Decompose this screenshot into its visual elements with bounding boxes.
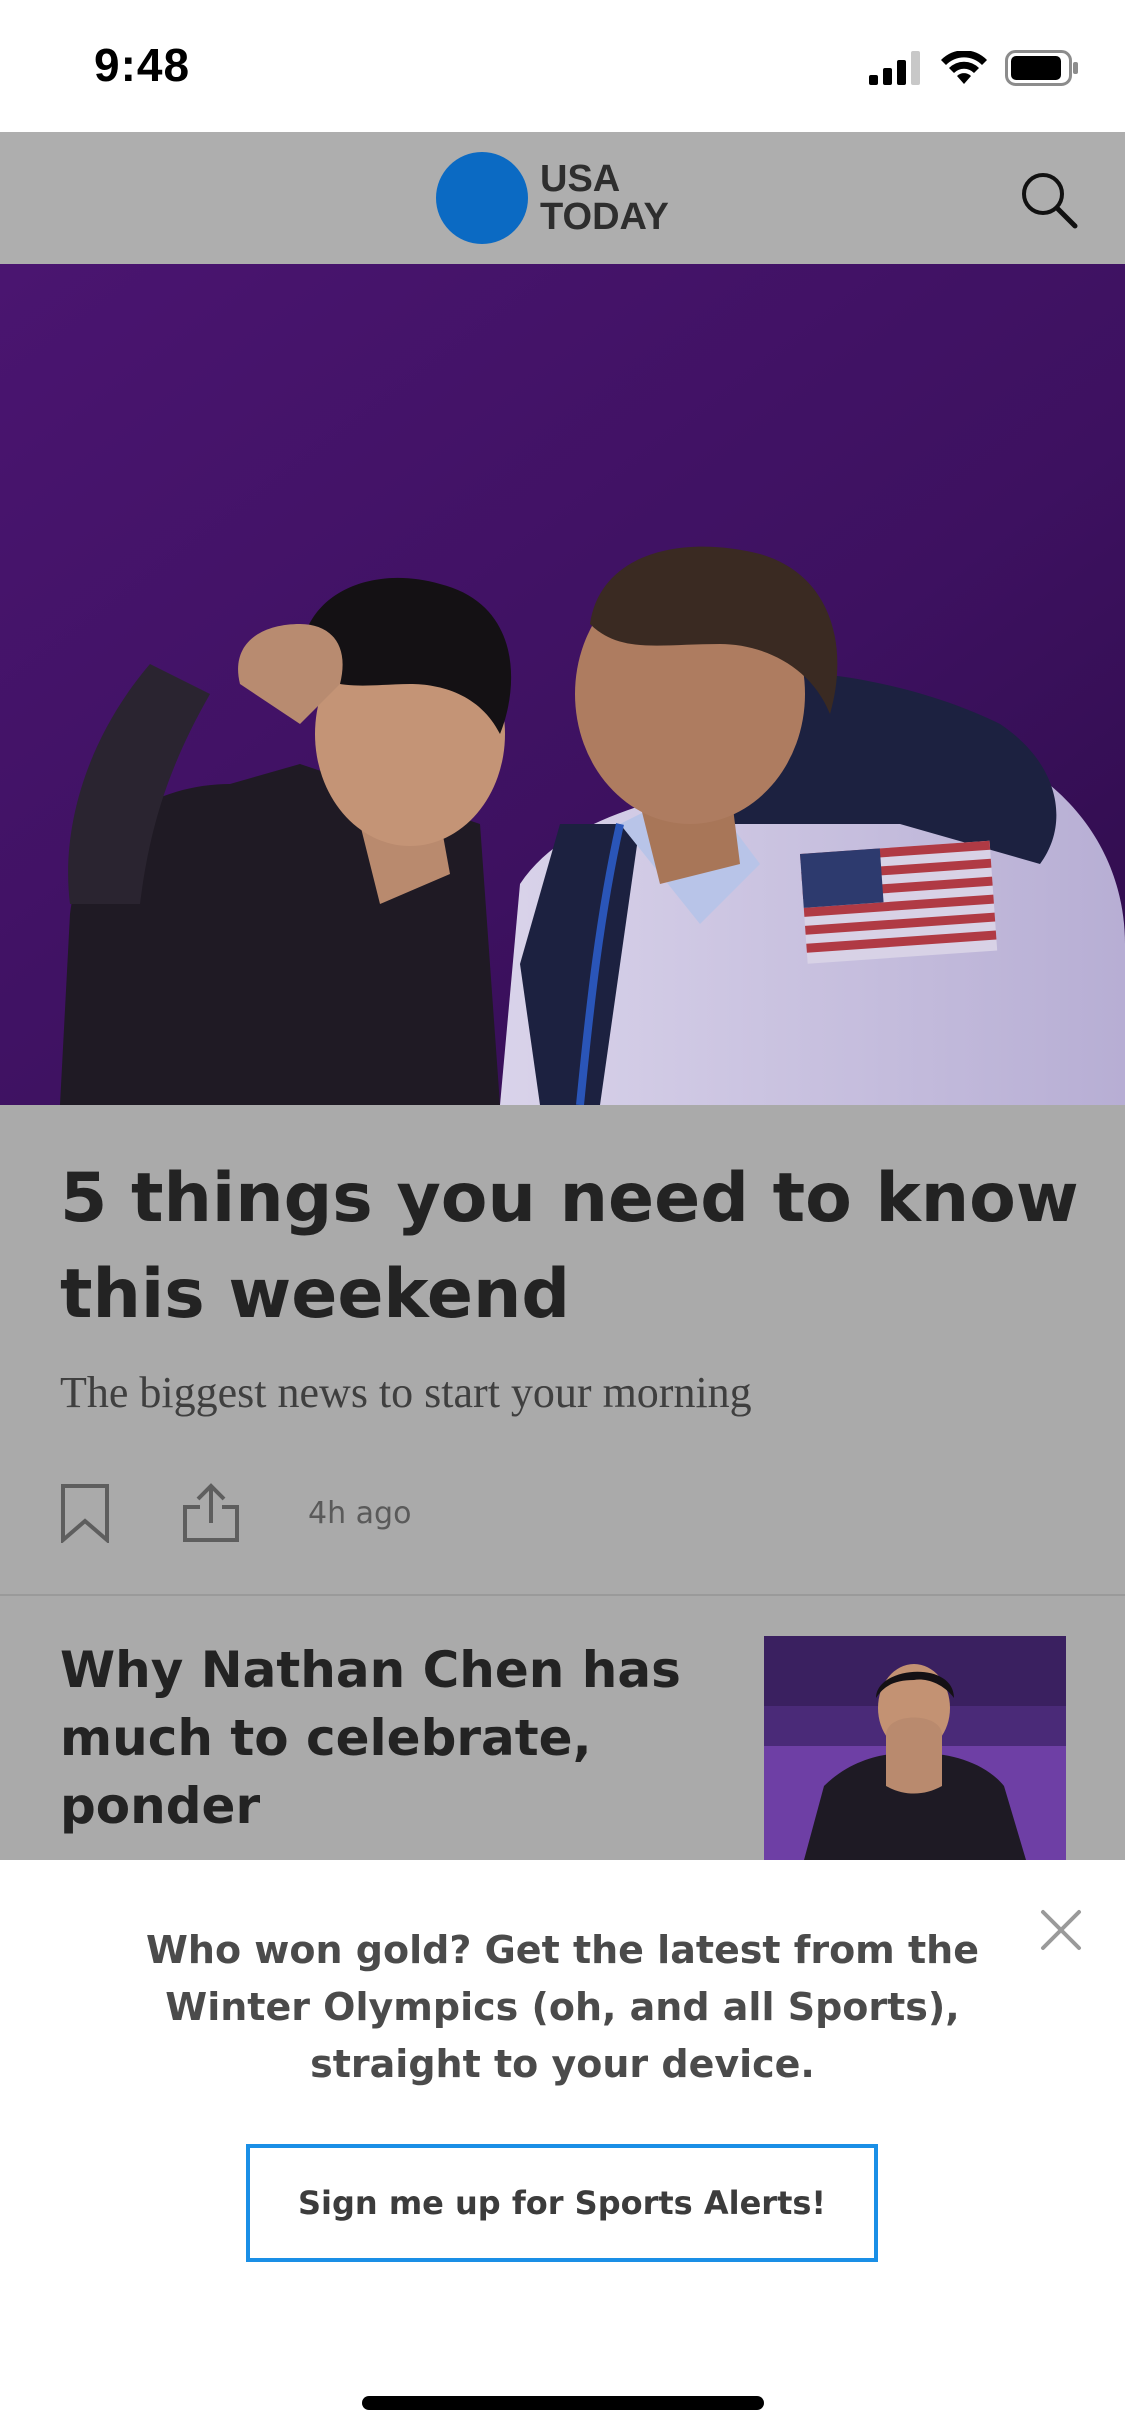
hero-summary: The biggest news to start your morning	[60, 1368, 752, 1417]
list-item[interactable]: Why Nathan Chen has much to celebrate, p…	[0, 1596, 1125, 1860]
logo-wordmark: USA TODAY	[540, 160, 669, 236]
article-headline[interactable]: Why Nathan Chen has much to celebrate, p…	[60, 1636, 700, 1840]
close-icon[interactable]	[1039, 1908, 1083, 1952]
alert-message: Who won gold? Get the latest from the Wi…	[146, 1928, 979, 2086]
hero-actions: 4h ago	[60, 1481, 411, 1545]
battery-icon	[1005, 49, 1079, 91]
flag-patch	[800, 840, 998, 964]
wifi-icon	[941, 49, 987, 90]
hero-headline[interactable]: 5 things you need to know this weekend	[60, 1151, 1080, 1343]
status-time: 9:48	[94, 39, 191, 91]
hero-image[interactable]	[0, 264, 1125, 1105]
home-indicator[interactable]	[362, 2396, 764, 2410]
article-thumbnail[interactable]	[764, 1636, 1066, 1860]
logo-line-2: TODAY	[540, 196, 669, 238]
timestamp: 4h ago	[308, 1495, 412, 1531]
cellular-signal-icon	[869, 50, 923, 90]
sports-alerts-signup-button[interactable]: Sign me up for Sports Alerts!	[246, 2144, 878, 2262]
usa-today-logo[interactable]: USA TODAY	[436, 152, 669, 244]
bookmark-icon[interactable]	[60, 1483, 110, 1545]
logo-circle	[436, 152, 528, 244]
hero-article[interactable]: 5 things you need to know this weekend T…	[0, 1105, 1125, 1595]
app-header: USA TODAY	[0, 132, 1125, 264]
share-icon[interactable]	[182, 1483, 240, 1543]
search-icon[interactable]	[1017, 168, 1081, 232]
status-icons	[869, 46, 1079, 94]
status-bar: 9:48	[0, 0, 1125, 132]
app-screen: 9:48 USA TODAY 5 things you need to know…	[0, 0, 1125, 2436]
sports-alert-sheet: Who won gold? Get the latest from the Wi…	[0, 1860, 1125, 2436]
logo-line-1: USA	[540, 158, 621, 200]
